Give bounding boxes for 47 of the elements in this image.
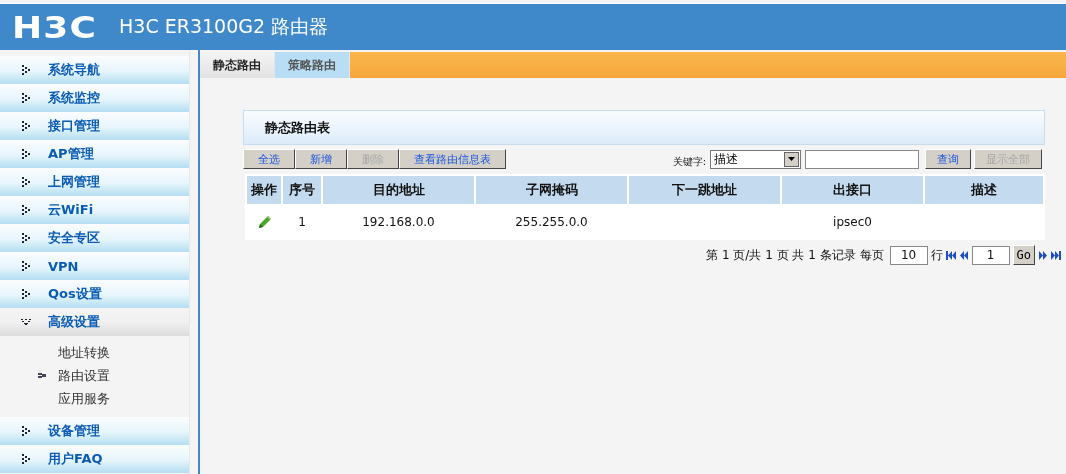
search-field[interactable] [805, 149, 919, 169]
page-summary: 第 1 页/共 1 页 共 1 条记录 每页 [706, 246, 884, 264]
sidebar-item[interactable]: 上网管理 [0, 168, 189, 196]
column-header: 子网掩码 [476, 176, 627, 204]
page-field[interactable]: 1 [971, 245, 1010, 265]
submenu-item[interactable]: 地址转换 [58, 343, 110, 362]
column-header: 操作 [247, 176, 281, 204]
table-cell-text: 1 [297, 214, 307, 231]
brand-logo: H3C [12, 9, 98, 45]
sidebar-item[interactable]: AP管理 [0, 140, 189, 168]
keyword-label: 关键字: [672, 155, 706, 169]
table-cell-text: 255.255.0.0 [514, 214, 589, 231]
per-page-field[interactable]: 10 [889, 245, 928, 265]
toolbar-button[interactable]: 新增 [295, 149, 347, 169]
submenu-item[interactable]: 应用服务 [58, 389, 110, 408]
column-header: 描述 [925, 176, 1043, 204]
column-header: 下一跳地址 [629, 176, 780, 204]
sidebar-item[interactable]: 系统导航 [0, 56, 189, 84]
sidebar-item[interactable]: 设备管理 [0, 417, 189, 445]
window-title: H3C ER3100G2 路由器 [119, 14, 329, 39]
pencil-icon[interactable] [256, 214, 272, 230]
search-button[interactable]: 查询 [925, 149, 971, 169]
submenu-item[interactable]: 路由设置 [58, 366, 110, 385]
panel-title: 静态路由表 [243, 110, 1045, 145]
toolbar-button[interactable]: 全选 [243, 149, 295, 169]
column-header: 序号 [283, 176, 321, 204]
tab[interactable]: 策略路由 [275, 52, 350, 78]
column-header: 目的地址 [323, 176, 474, 204]
next-page-icon[interactable] [1038, 250, 1048, 260]
sidebar-item[interactable]: Qos设置 [0, 280, 189, 308]
go-button[interactable]: Go [1012, 245, 1035, 265]
first-page-icon[interactable] [945, 250, 956, 260]
sidebar-item[interactable]: 云WiFi [0, 196, 189, 224]
column-header: 出接口 [782, 176, 923, 204]
sidebar-item[interactable]: 用户FAQ [0, 445, 189, 473]
sidebar-item[interactable]: 接口管理 [0, 112, 189, 140]
toolbar-button[interactable]: 查看路由信息表 [399, 149, 506, 169]
table-cell-text: 192.168.0.0 [361, 214, 436, 231]
keyword-select[interactable]: 描述 [710, 149, 801, 169]
tab[interactable]: 静态路由 [200, 52, 275, 78]
sidebar-item[interactable]: VPN [0, 252, 189, 280]
table-cell-text: ipsec0 [832, 214, 873, 231]
rows-label: 行 [930, 246, 943, 264]
previous-page-icon[interactable] [958, 250, 969, 260]
sidebar-item[interactable]: 安全专区 [0, 224, 189, 252]
sidebar-item[interactable]: 系统监控 [0, 84, 189, 112]
last-page-icon[interactable] [1051, 250, 1061, 260]
